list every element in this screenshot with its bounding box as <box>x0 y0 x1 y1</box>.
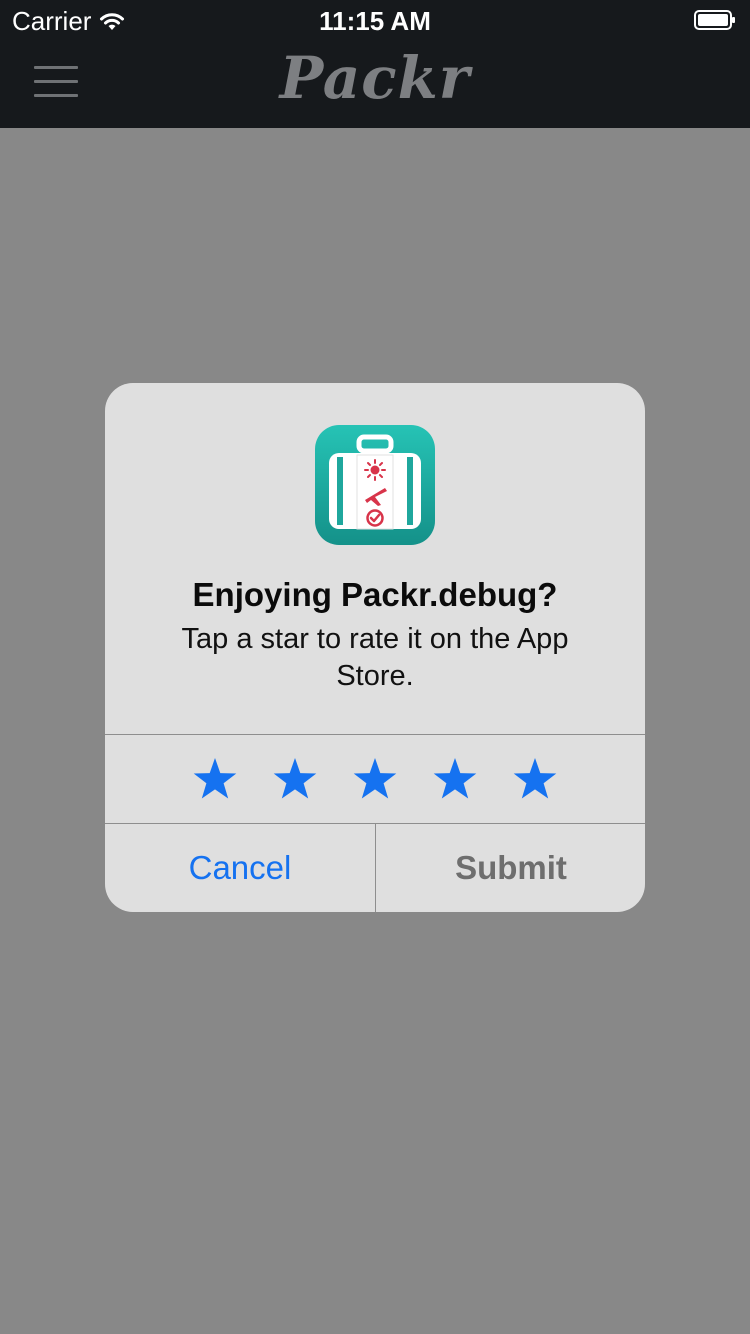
star-rating <box>105 735 645 823</box>
dialog-message: Tap a star to rate it on the App Store. <box>181 623 569 692</box>
app-title: Packr <box>279 44 471 112</box>
status-time: 11:15 AM <box>319 6 431 36</box>
dialog-title: Enjoying Packr.debug? <box>192 576 558 613</box>
star-icon[interactable] <box>192 756 238 802</box>
star-icon[interactable] <box>432 756 478 802</box>
cancel-button[interactable]: Cancel <box>105 824 375 912</box>
navigation-bar: Packr <box>0 40 750 128</box>
suitcase-app-icon <box>315 425 435 545</box>
star-icon[interactable] <box>272 756 318 802</box>
status-bar: Carrier 11:15 AM <box>0 0 750 40</box>
star-icon[interactable] <box>352 756 398 802</box>
battery-icon <box>694 10 735 30</box>
rating-dialog: Enjoying Packr.debug? Tap a star to rate… <box>105 383 645 912</box>
star-icon[interactable] <box>512 756 558 802</box>
submit-button[interactable]: Submit <box>376 824 645 912</box>
